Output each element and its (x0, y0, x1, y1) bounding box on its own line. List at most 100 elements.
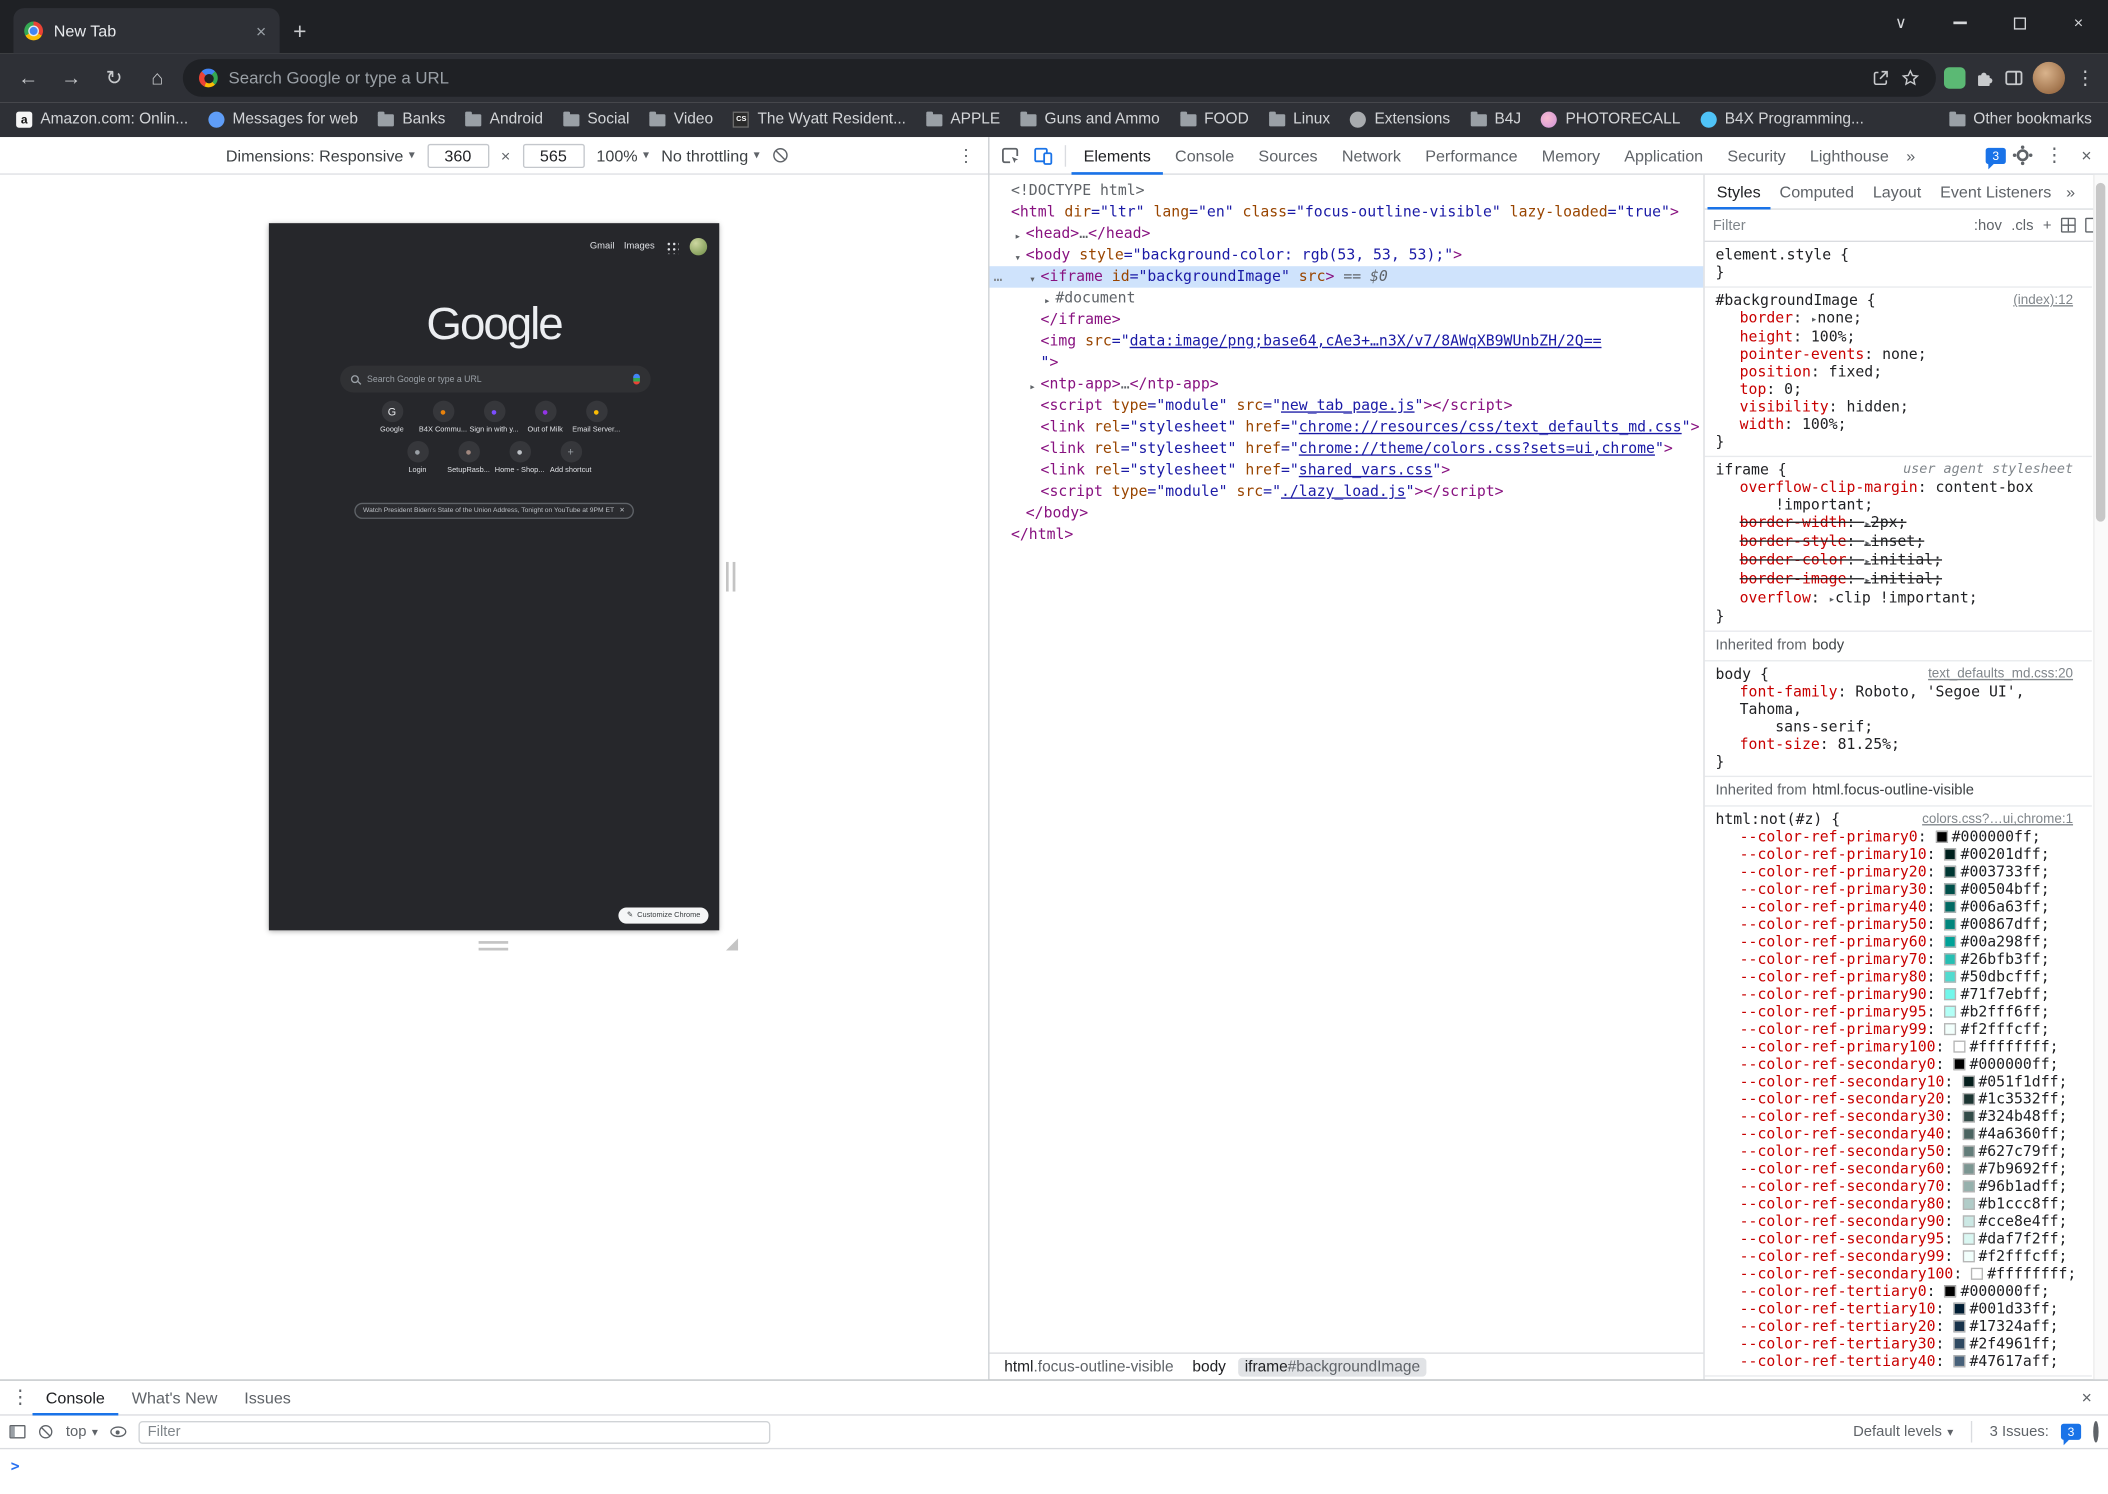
css-property[interactable]: --color-ref-secondary30: #324b48ff; (1715, 1108, 2086, 1125)
voice-search-icon[interactable] (633, 374, 640, 385)
css-property[interactable]: position: fixed; (1715, 363, 2086, 380)
css-property[interactable]: --color-ref-tertiary30: #2f4961ff; (1715, 1335, 2086, 1352)
dom-tree-node[interactable]: </body> (989, 503, 1703, 525)
css-property[interactable]: visibility: hidden; (1715, 398, 2086, 415)
devtools-tab-application[interactable]: Application (1612, 137, 1715, 175)
css-property[interactable]: --color-ref-primary80: #50dbcfff; (1715, 968, 2086, 985)
console-issues-counter-icon[interactable]: 3 (2061, 1424, 2081, 1440)
ntp-shortcut-sign-in-with-y[interactable]: ●Sign in with y... (469, 401, 520, 435)
dom-tree-node[interactable]: ▸<ntp-app>…</ntp-app> (989, 374, 1703, 396)
css-property[interactable]: --color-ref-secondary10: #051f1dff; (1715, 1073, 2086, 1090)
css-property[interactable]: --color-ref-secondary0: #000000ff; (1715, 1055, 2086, 1072)
css-property[interactable]: --color-ref-secondary50: #627c79ff; (1715, 1143, 2086, 1160)
device-width-input[interactable] (427, 143, 489, 167)
pinned-extension-icon[interactable] (1944, 67, 1966, 89)
dom-tree-node[interactable]: <script type="module" src="./lazy_load.j… (989, 481, 1703, 503)
css-property[interactable]: --color-ref-secondary80: #b1ccc8ff; (1715, 1195, 2086, 1212)
drawer-tab-issues[interactable]: Issues (231, 1381, 305, 1416)
css-property[interactable]: --color-ref-secondary95: #daf7f2ff; (1715, 1230, 2086, 1247)
ntp-shortcut-out-of-milk[interactable]: ●Out of Milk (520, 401, 571, 435)
log-levels-select[interactable]: Default levels (1853, 1424, 1953, 1440)
color-swatch[interactable] (1944, 901, 1956, 913)
console-settings-gear-icon[interactable] (2093, 1424, 2098, 1440)
share-icon[interactable] (1871, 69, 1890, 88)
css-property[interactable]: border-image: ▸initial; (1715, 570, 2086, 589)
css-property[interactable]: --color-ref-secondary20: #1c3532ff; (1715, 1090, 2086, 1107)
css-property[interactable]: --color-ref-primary99: #f2fffcff; (1715, 1020, 2086, 1037)
ntp-promo-banner[interactable]: Watch President Biden's State of the Uni… (354, 503, 635, 519)
sidebar-tab-styles[interactable]: Styles (1707, 174, 1770, 209)
more-tabs-icon[interactable]: » (1901, 146, 1921, 165)
bookmark-item-social[interactable]: Social (563, 112, 629, 128)
ntp-shortcut-email-server[interactable]: ●Email Server... (571, 401, 622, 435)
drawer-close-icon[interactable]: × (2082, 1387, 2100, 1407)
console-messages[interactable]: > (0, 1449, 2108, 1493)
ntp-shortcut-login[interactable]: ●Login (392, 441, 443, 475)
color-swatch[interactable] (1944, 1285, 1956, 1297)
css-property[interactable]: border-color: ▸initial; (1715, 551, 2086, 570)
css-property[interactable]: overflow-clip-margin: content-box !impor… (1715, 479, 2086, 514)
devtools-tab-security[interactable]: Security (1715, 137, 1797, 175)
color-swatch[interactable] (1962, 1163, 1974, 1175)
back-button[interactable]: ← (11, 67, 46, 90)
css-property[interactable]: top: 0; (1715, 380, 2086, 397)
color-swatch[interactable] (1962, 1076, 1974, 1088)
color-swatch[interactable] (1944, 866, 1956, 878)
bookmark-item-amazon-com-onlin[interactable]: aAmazon.com: Onlin... (16, 112, 188, 128)
bookmark-item-extensions[interactable]: Extensions (1350, 112, 1450, 128)
bookmark-item-guns-and-ammo[interactable]: Guns and Ammo (1020, 112, 1159, 128)
throttling-select[interactable]: No throttling (661, 146, 759, 165)
css-property[interactable]: --color-ref-tertiary10: #001d33ff; (1715, 1300, 2086, 1317)
devtools-tab-network[interactable]: Network (1330, 137, 1413, 175)
issues-label[interactable]: 3 Issues: (1990, 1424, 2049, 1440)
bookmark-item-android[interactable]: Android (465, 112, 542, 128)
tab-close-icon[interactable]: × (253, 21, 269, 41)
color-swatch[interactable] (1953, 1355, 1965, 1367)
inherited-node-link[interactable]: body (1812, 637, 1844, 653)
devtools-tab-console[interactable]: Console (1163, 137, 1246, 175)
computed-grid-icon[interactable] (2061, 218, 2076, 233)
color-swatch[interactable] (1962, 1180, 1974, 1192)
extensions-puzzle-icon[interactable] (1974, 67, 1996, 89)
ntp-shortcut-google[interactable]: GGoogle (366, 401, 417, 435)
dom-tree-node[interactable]: <link rel="stylesheet" href="chrome://th… (989, 438, 1703, 460)
device-height-input[interactable] (522, 143, 584, 167)
minimize-button[interactable] (1931, 0, 1990, 46)
css-property[interactable]: --color-ref-secondary70: #96b1adff; (1715, 1178, 2086, 1195)
color-swatch[interactable] (1953, 1303, 1965, 1315)
sidebar-more-tabs-icon[interactable]: » (2061, 182, 2081, 201)
browser-menu-kebab-icon[interactable]: ⋮ (2073, 67, 2097, 90)
ntp-link-gmail[interactable]: Gmail (590, 242, 615, 251)
css-property[interactable]: --color-ref-tertiary20: #17324aff; (1715, 1318, 2086, 1335)
device-resize-handle-bottom[interactable] (479, 941, 509, 950)
color-swatch[interactable] (1944, 1023, 1956, 1035)
node-menu-icon[interactable]: … (994, 266, 1004, 288)
home-button[interactable]: ⌂ (140, 67, 175, 90)
devtools-settings-gear-icon[interactable] (2006, 139, 2038, 171)
inspect-element-icon[interactable] (995, 139, 1027, 171)
live-expression-eye-icon[interactable] (110, 1426, 126, 1437)
bookmark-item-banks[interactable]: Banks (378, 112, 445, 128)
execution-context-select[interactable]: top (66, 1424, 98, 1440)
css-property[interactable]: --color-ref-primary10: #00201dff; (1715, 846, 2086, 863)
device-resize-handle-corner[interactable] (726, 938, 738, 950)
css-property[interactable]: --color-ref-primary70: #26bfb3ff; (1715, 950, 2086, 967)
ntp-shortcut-b4x-commu[interactable]: ●B4X Commu... (417, 401, 468, 435)
dom-tree-node[interactable]: ▸#document (989, 288, 1703, 310)
ntp-shortcut-home-shop[interactable]: ●Home - Shop... (494, 441, 545, 475)
devtools-tab-sources[interactable]: Sources (1246, 137, 1329, 175)
devtools-tab-elements[interactable]: Elements (1071, 137, 1162, 175)
dom-tree-node[interactable]: <!DOCTYPE html> (989, 180, 1703, 202)
clear-console-icon[interactable] (38, 1424, 54, 1440)
css-property[interactable]: --color-ref-secondary90: #cce8e4ff; (1715, 1213, 2086, 1230)
bookmark-item-the-wyatt-resident[interactable]: CSThe Wyatt Resident... (733, 112, 906, 128)
sidebar-tab-event-listeners[interactable]: Event Listeners (1931, 174, 2061, 209)
color-swatch[interactable] (1953, 1041, 1965, 1053)
profile-avatar[interactable] (2033, 62, 2065, 94)
console-filter-input[interactable] (138, 1420, 770, 1443)
color-swatch[interactable] (1962, 1215, 1974, 1227)
css-property[interactable]: font-size: 81.25%; (1715, 735, 2086, 752)
ntp-shortcut-setuprasb[interactable]: ●SetupRasb... (443, 441, 494, 475)
bookmark-item-linux[interactable]: Linux (1269, 112, 1330, 128)
color-swatch[interactable] (1953, 1058, 1965, 1070)
